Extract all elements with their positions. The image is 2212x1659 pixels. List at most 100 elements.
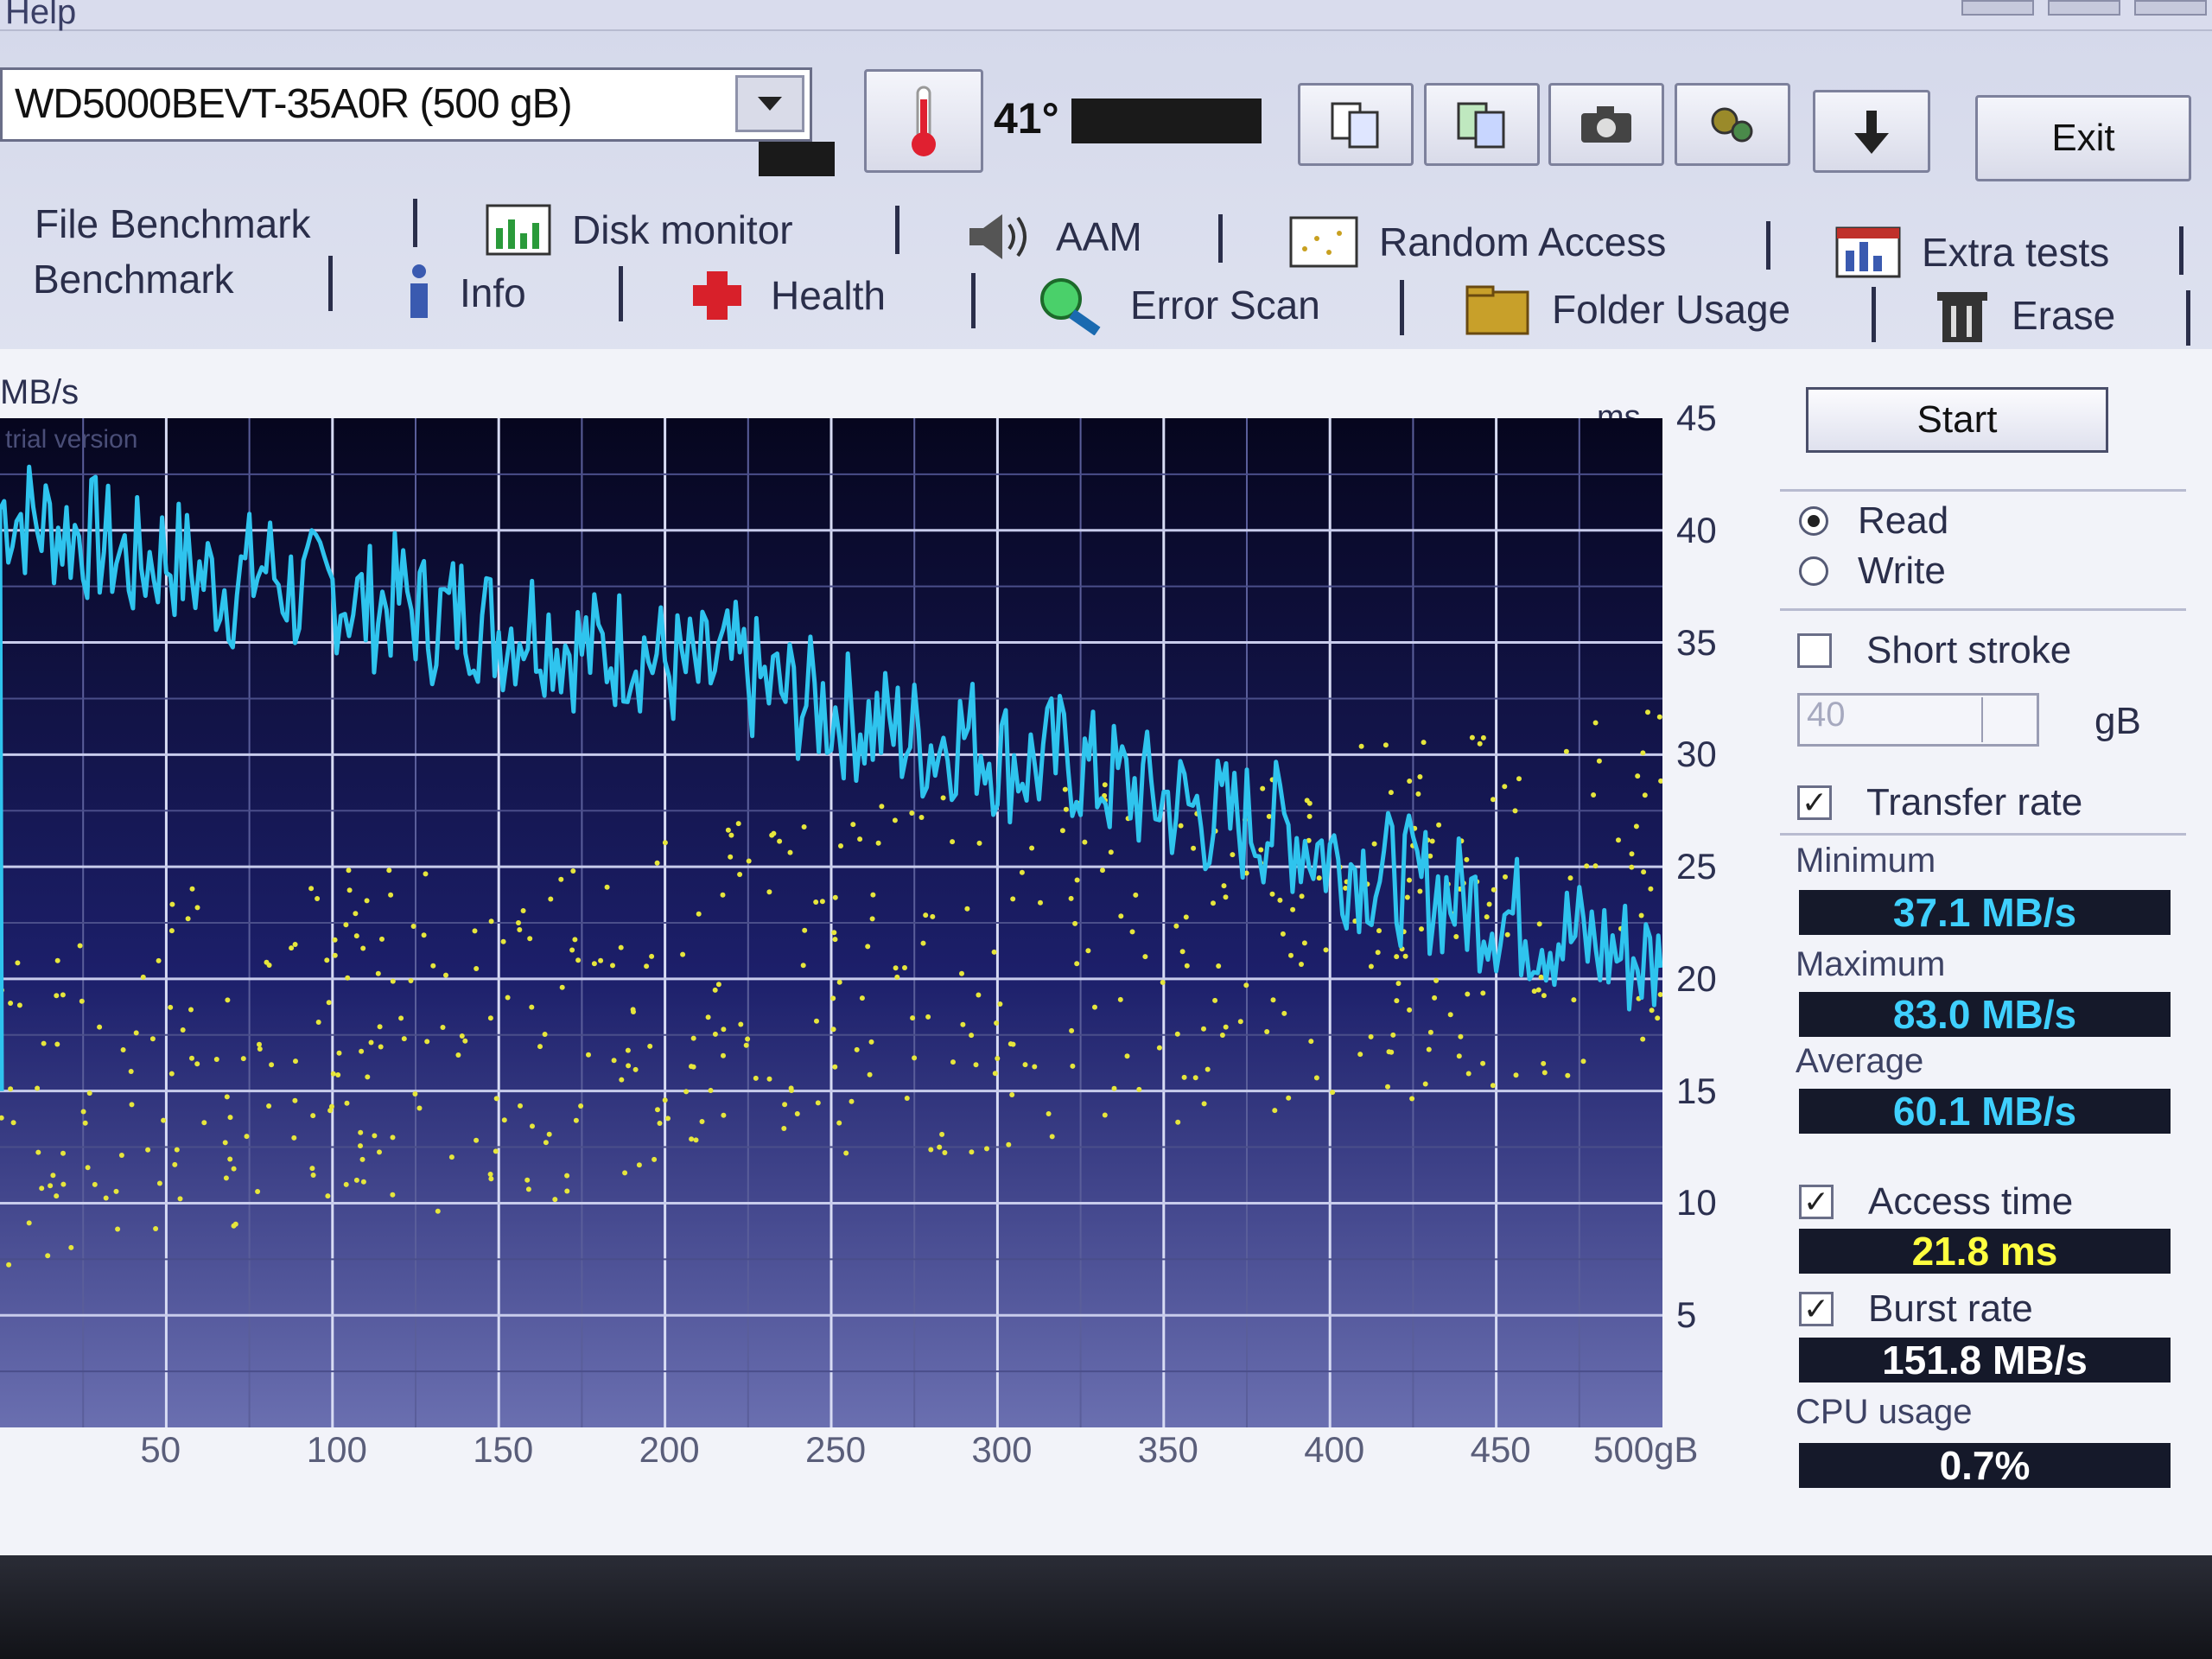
save-button[interactable] xyxy=(1813,90,1930,173)
minimize-button[interactable] xyxy=(1961,0,2034,16)
temperature-button[interactable] xyxy=(864,69,983,173)
x-axis-tick: 50 xyxy=(140,1429,181,1470)
access-time-point xyxy=(1237,1019,1243,1025)
access-time-point xyxy=(390,978,396,984)
read-radio-dot[interactable] xyxy=(1799,506,1828,536)
access-time-point xyxy=(41,1040,47,1046)
access-time-point xyxy=(1192,1075,1198,1081)
access-time-point xyxy=(1304,798,1310,804)
access-time-point xyxy=(598,957,604,963)
access-time-point xyxy=(1503,874,1508,880)
tab-folder-usage[interactable]: Folder Usage xyxy=(1464,282,1790,337)
gears-icon xyxy=(1711,107,1753,143)
access-time-point xyxy=(424,1039,430,1045)
tab-aam[interactable]: AAM xyxy=(964,209,1142,264)
tab-file-benchmark[interactable]: File Benchmark xyxy=(35,200,311,247)
access-time-point xyxy=(537,1044,543,1050)
access-time-point xyxy=(1174,1031,1180,1037)
access-time-point xyxy=(1480,1060,1486,1066)
tab-label: AAM xyxy=(1056,214,1142,259)
access-time-point xyxy=(1201,1101,1207,1107)
copy-icon xyxy=(1331,102,1379,149)
access-time-point xyxy=(745,1036,751,1042)
access-time-point xyxy=(118,1153,124,1158)
access-time-point xyxy=(185,916,191,922)
menu-help[interactable]: Help xyxy=(5,0,76,32)
access-time-point xyxy=(6,1262,12,1268)
burst-rate-box[interactable]: ✓ xyxy=(1799,1292,1834,1326)
access-time-point xyxy=(291,1135,297,1141)
burst-rate-checkbox[interactable]: ✓ Burst rate xyxy=(1799,1287,2033,1331)
access-time-point xyxy=(836,1120,842,1126)
tab-label: Erase xyxy=(2012,293,2116,338)
dropdown-arrow-icon[interactable] xyxy=(735,75,804,132)
access-time-point xyxy=(309,1166,315,1172)
options-button[interactable] xyxy=(1675,83,1790,166)
access-time-point xyxy=(1085,948,1091,954)
access-time-point xyxy=(149,1036,156,1042)
transfer-rate-checkbox[interactable]: ✓ Transfer rate xyxy=(1797,781,2082,824)
access-time-point xyxy=(1368,1033,1374,1039)
screenshot-button[interactable] xyxy=(1548,83,1664,166)
access-time-point xyxy=(189,886,195,892)
access-time-point xyxy=(346,887,353,893)
access-time-point xyxy=(800,963,806,969)
access-time-point xyxy=(412,1091,418,1096)
access-time-point xyxy=(542,1032,548,1037)
access-time-point xyxy=(501,1117,507,1123)
tab-disk-monitor[interactable]: Disk monitor xyxy=(484,202,793,257)
x-axis-tick: 300 xyxy=(971,1429,1033,1470)
access-time-point xyxy=(802,927,808,933)
write-radio[interactable]: Write xyxy=(1799,550,1946,593)
short-stroke-checkbox[interactable]: Short stroke xyxy=(1797,629,2071,672)
tab-extra-tests[interactable]: Extra tests xyxy=(1834,225,2109,280)
access-time-point xyxy=(222,1140,228,1146)
copy-text-button[interactable] xyxy=(1298,83,1414,166)
access-time-point xyxy=(969,1149,975,1155)
tab-info[interactable]: Info xyxy=(397,263,526,323)
access-time-point xyxy=(1429,838,1435,844)
tab-bar: File Benchmark Disk monitor AAM Random A… xyxy=(0,183,2212,365)
tab-health[interactable]: Health xyxy=(683,268,886,323)
access-time-box[interactable]: ✓ xyxy=(1799,1185,1834,1219)
drive-select[interactable]: WD5000BEVT-35A0R (500 gB) xyxy=(0,67,812,142)
tab-error-scan[interactable]: Error Scan xyxy=(1033,275,1320,335)
access-time-point xyxy=(832,937,838,943)
access-time-point xyxy=(129,1102,135,1108)
access-time-point xyxy=(1111,1085,1117,1091)
access-time-point xyxy=(781,1126,787,1131)
access-time-point xyxy=(992,1071,998,1077)
write-radio-dot[interactable] xyxy=(1799,556,1828,586)
extra-tests-icon xyxy=(1835,226,1901,278)
access-time-point xyxy=(244,1134,250,1140)
transfer-rate-box[interactable]: ✓ xyxy=(1797,785,1832,820)
short-stroke-box[interactable] xyxy=(1797,633,1832,668)
access-time-point xyxy=(1375,950,1381,956)
access-time-point xyxy=(1313,1075,1319,1081)
access-time-point xyxy=(120,1047,126,1052)
tab-erase[interactable]: Erase xyxy=(1932,285,2115,346)
access-time-point xyxy=(721,1027,727,1033)
maximize-button[interactable] xyxy=(2048,0,2120,16)
tab-random-access[interactable]: Random Access xyxy=(1287,214,1666,270)
start-button[interactable]: Start xyxy=(1806,387,2108,453)
access-time-point xyxy=(487,1015,493,1021)
access-time-point xyxy=(1465,1071,1471,1077)
read-radio[interactable]: Read xyxy=(1799,499,1948,543)
access-time-checkbox[interactable]: ✓ Access time xyxy=(1799,1180,2073,1224)
access-time-point xyxy=(904,1096,910,1101)
tab-benchmark[interactable]: Benchmark xyxy=(33,256,234,302)
close-button[interactable] xyxy=(2134,0,2207,16)
copy-screenshot-button[interactable] xyxy=(1424,83,1540,166)
access-time-point xyxy=(455,1052,461,1058)
exit-button[interactable]: Exit xyxy=(1975,95,2191,181)
tab-label: Random Access xyxy=(1379,219,1667,264)
access-time-point xyxy=(80,1109,86,1115)
access-time-point xyxy=(335,1072,341,1077)
access-time-point xyxy=(1390,1032,1396,1038)
access-time-point xyxy=(1124,1053,1130,1059)
spinner-arrows-icon[interactable] xyxy=(1981,697,2035,742)
exit-label: Exit xyxy=(2051,117,2115,159)
short-stroke-spinner[interactable]: 40 xyxy=(1797,693,2039,747)
access-time-point xyxy=(766,889,772,895)
